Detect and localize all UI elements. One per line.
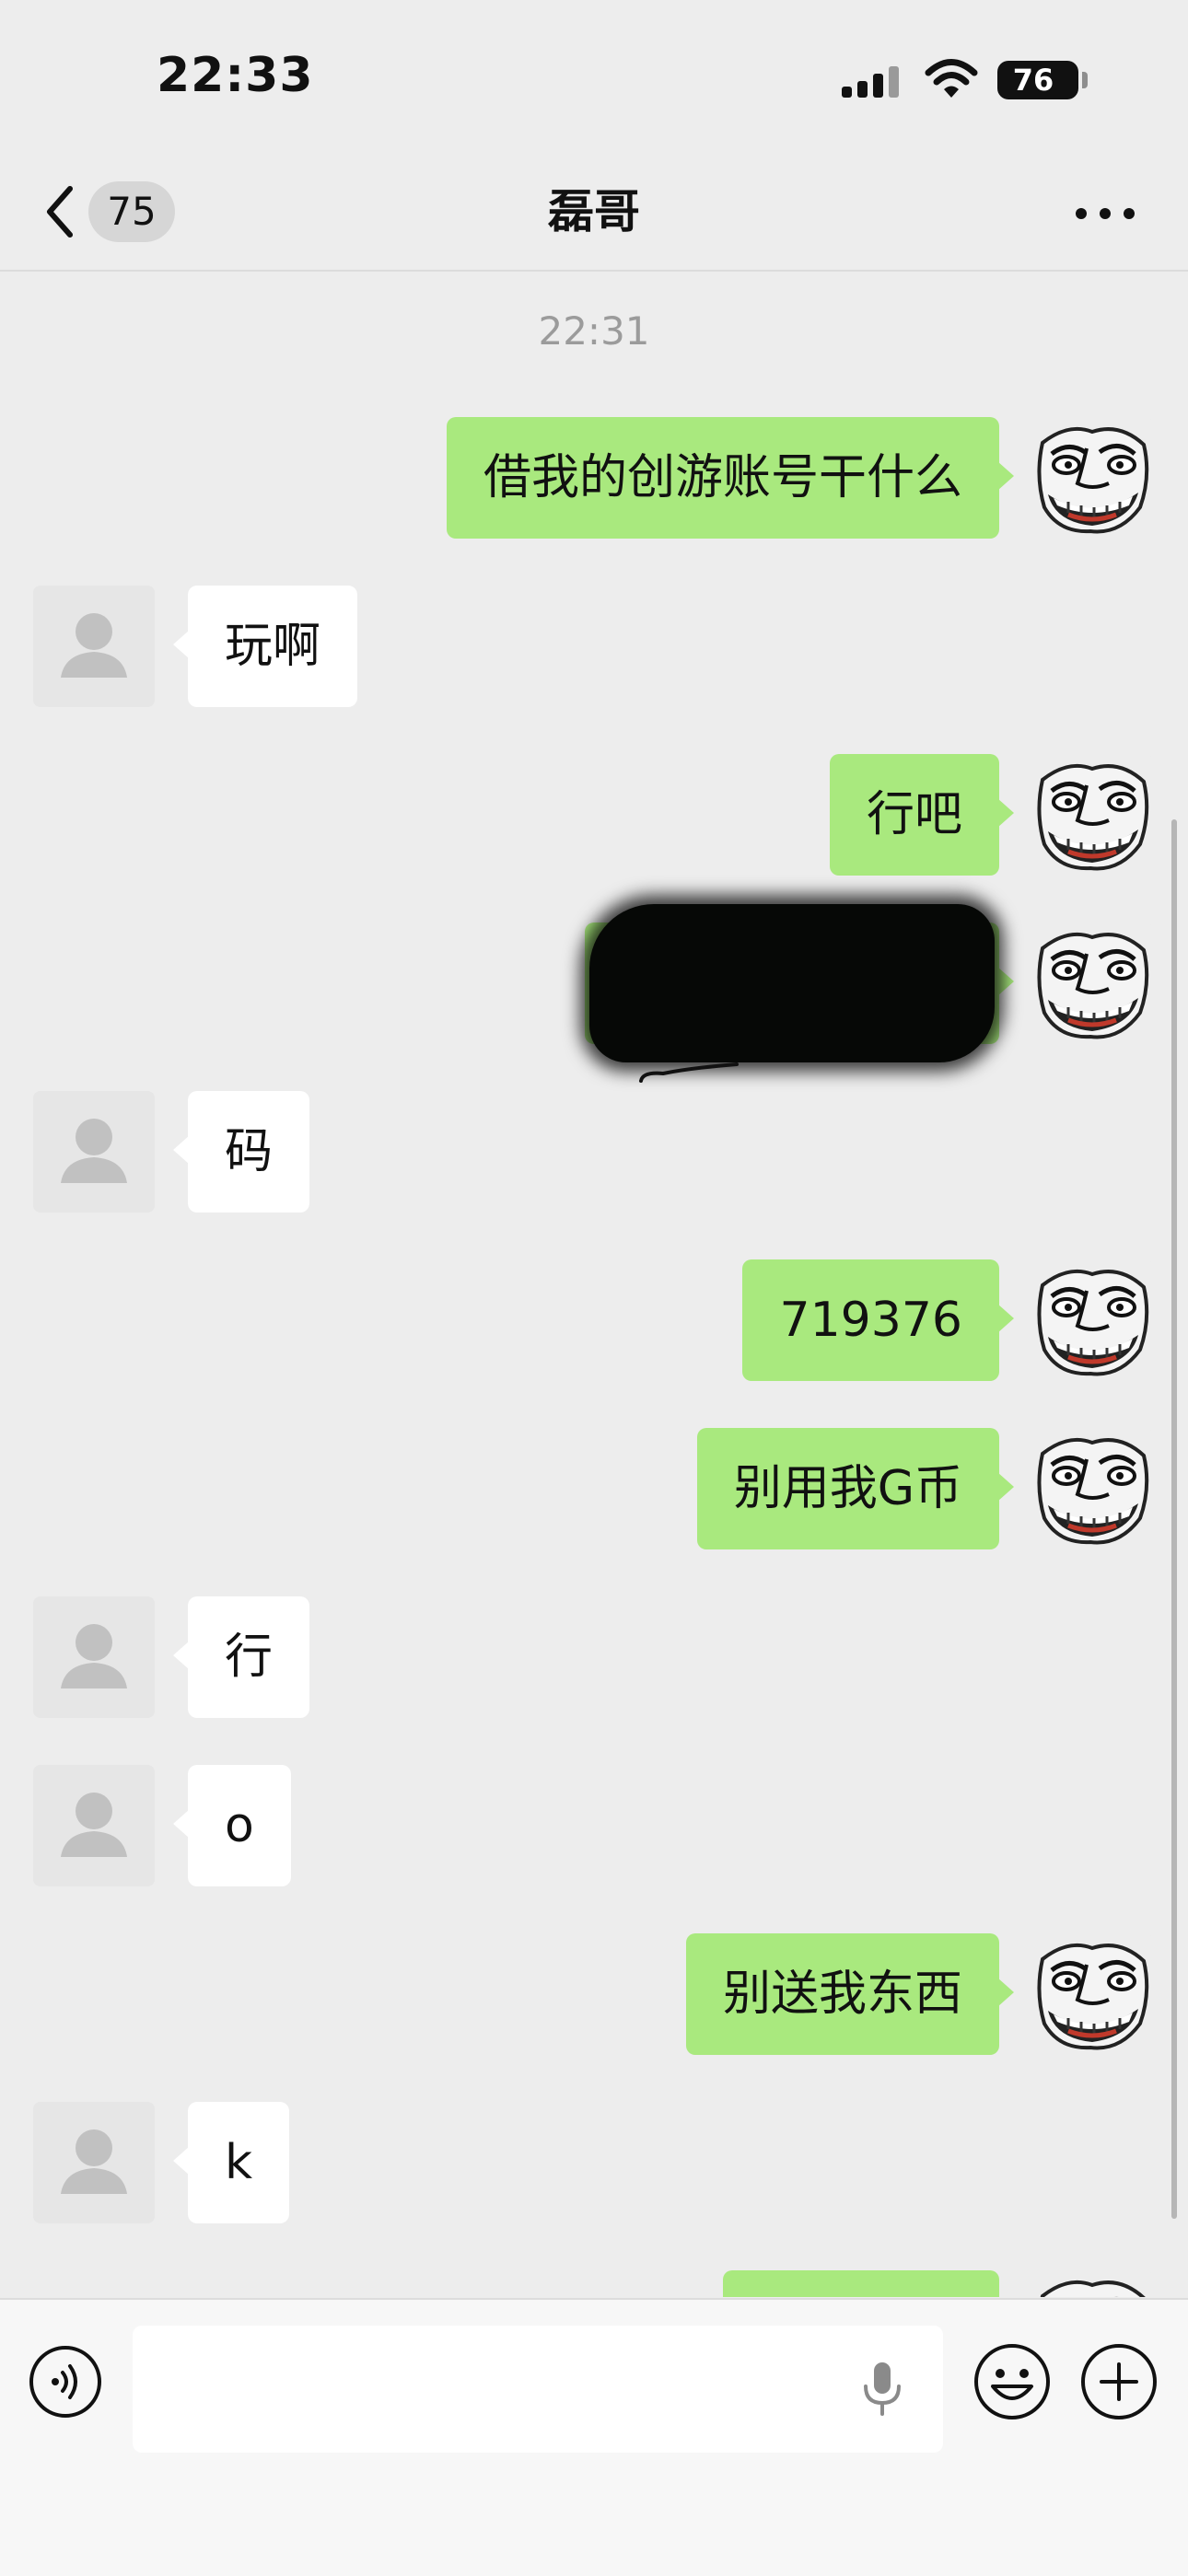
my-avatar-troll-face-icon[interactable] — [1031, 2270, 1153, 2297]
my-avatar-troll-face-icon[interactable] — [1031, 417, 1153, 539]
chat-message-list[interactable]: 22:31 借我的创游账号干什么 玩啊 行吧 码 719376 别用我G币 行 … — [0, 272, 1188, 2297]
chat-title: 磊哥 — [548, 185, 640, 238]
redaction-scribble — [589, 904, 995, 1062]
message-input-bar — [0, 2298, 1188, 2576]
status-bar: 22:33 76 — [0, 0, 1188, 161]
scrollbar[interactable] — [1171, 819, 1177, 2219]
message-bubble-outgoing[interactable] — [723, 2270, 999, 2297]
message-row-incoming: 码 — [0, 1091, 1188, 1213]
message-bubble-outgoing[interactable]: 别送我东西 — [685, 1933, 1015, 2055]
message-row-incoming: o — [0, 1765, 1188, 1886]
emoji-icon[interactable] — [973, 2342, 1052, 2421]
my-avatar-troll-face-icon[interactable] — [1031, 922, 1153, 1044]
my-avatar-troll-face-icon[interactable] — [1031, 1933, 1153, 2055]
contact-avatar-icon[interactable] — [33, 1596, 155, 1718]
message-bubble-outgoing[interactable]: 别用我G币 — [696, 1428, 1015, 1549]
message-bubble-incoming[interactable]: 玩啊 — [172, 586, 358, 707]
message-bubble-incoming[interactable]: 行 — [172, 1596, 310, 1718]
message-row-incoming: k — [0, 2102, 1188, 2223]
my-avatar-troll-face-icon[interactable] — [1031, 1259, 1153, 1381]
more-options-button[interactable] — [1068, 185, 1142, 238]
message-row-outgoing: 别用我G币 — [0, 1428, 1188, 1549]
message-timestamp: 22:31 — [538, 308, 650, 354]
plus-icon[interactable] — [1079, 2342, 1159, 2421]
cellular-signal-icon — [842, 66, 901, 98]
my-avatar-troll-face-icon[interactable] — [1031, 754, 1153, 876]
status-time: 22:33 — [157, 48, 314, 103]
message-bubble-outgoing[interactable]: 719376 — [742, 1259, 1014, 1381]
contact-avatar-icon[interactable] — [33, 2102, 155, 2223]
message-row-incoming: 行 — [0, 1596, 1188, 1718]
contact-avatar-icon[interactable] — [33, 1765, 155, 1886]
message-row-outgoing: 719376 — [0, 1259, 1188, 1381]
battery-icon: 76 — [997, 61, 1078, 99]
message-bubble-outgoing[interactable]: 借我的创游账号干什么 — [446, 417, 1015, 539]
message-input[interactable] — [133, 2326, 943, 2453]
wifi-icon — [925, 59, 978, 98]
message-bubble-outgoing[interactable]: 行吧 — [829, 754, 1015, 876]
redaction-stroke — [639, 1062, 739, 1083]
voice-mode-icon[interactable] — [28, 2344, 103, 2419]
message-row-incoming: 玩啊 — [0, 586, 1188, 707]
message-bubble-incoming[interactable]: k — [172, 2102, 290, 2223]
chat-nav-bar: 75 磊哥 — [0, 161, 1188, 272]
contact-avatar-icon[interactable] — [33, 586, 155, 707]
message-row-outgoing-partial — [0, 2270, 1188, 2297]
battery-level: 76 — [1012, 63, 1054, 98]
message-bubble-incoming[interactable]: 码 — [172, 1091, 310, 1213]
contact-avatar-icon[interactable] — [33, 1091, 155, 1213]
microphone-icon[interactable] — [858, 2361, 906, 2418]
my-avatar-troll-face-icon[interactable] — [1031, 1428, 1153, 1549]
message-bubble-incoming[interactable]: o — [173, 1765, 291, 1886]
battery-cap — [1082, 72, 1088, 88]
message-row-outgoing: 借我的创游账号干什么 — [0, 417, 1188, 539]
message-row-outgoing: 行吧 — [0, 754, 1188, 876]
message-row-outgoing: 别送我东西 — [0, 1933, 1188, 2055]
